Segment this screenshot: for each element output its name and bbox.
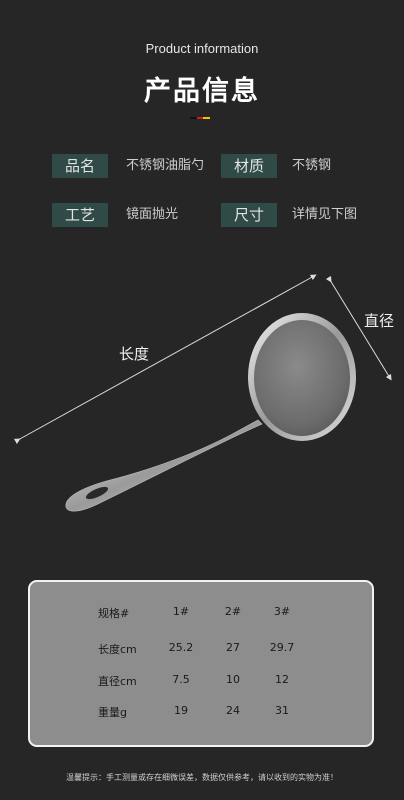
table-cell: 直径cm: [98, 675, 137, 688]
table-cell: 10: [226, 673, 240, 686]
table-cell: 长度cm: [98, 643, 137, 656]
footer-note: 温馨提示：手工测量或存在细微误差，数据仅供参考，请以收到的实物为准！: [66, 773, 338, 782]
table-cell: 7.5: [172, 673, 190, 686]
skimmer-mesh: [254, 320, 350, 436]
table-cell: 19: [174, 704, 188, 717]
table-header-cell: 3#: [273, 605, 291, 618]
table-cell: 重量g: [98, 706, 127, 719]
table-cell: 31: [275, 704, 289, 717]
table-cell: 29.7: [269, 641, 295, 654]
diameter-label: 直径: [364, 312, 395, 330]
table-header-cell: 2#: [224, 605, 242, 618]
table-header-cell: 1#: [172, 605, 190, 618]
table-cell: 12: [275, 673, 289, 686]
table-cell: 24: [226, 704, 240, 717]
table-header-cell: 规格#: [98, 607, 130, 620]
length-label: 长度: [119, 345, 150, 363]
table-cell: 27: [226, 641, 240, 654]
table-cell: 25.2: [168, 641, 194, 654]
